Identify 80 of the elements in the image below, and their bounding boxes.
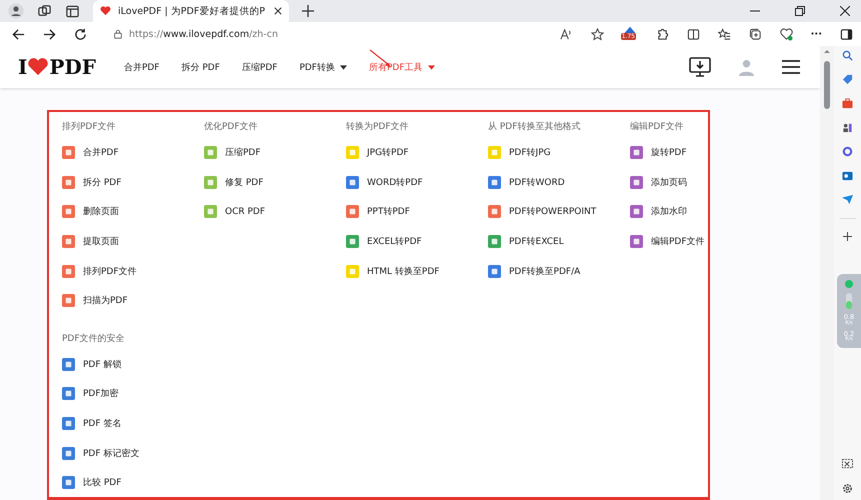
new-tab-icon[interactable]	[302, 5, 314, 17]
collections-icon[interactable]	[748, 28, 762, 40]
tool-link[interactable]: 合并PDF	[62, 138, 204, 168]
category-heading: PDF文件的安全	[62, 332, 126, 346]
back-icon[interactable]	[12, 28, 25, 40]
nav-link[interactable]: PDF转换	[299, 60, 347, 74]
reload-icon[interactable]	[74, 28, 87, 40]
tab-title: iLovePDF | 为PDF爱好者提供的P	[118, 4, 266, 18]
tool-link[interactable]: PDF转POWERPOINT	[488, 197, 630, 227]
category-heading: 排列PDF文件	[62, 120, 117, 134]
nav-link[interactable]: 合并PDF	[124, 60, 160, 74]
tool-link[interactable]: PDF转JPG	[488, 138, 630, 168]
tag-icon[interactable]	[842, 74, 853, 85]
read-aloud-icon[interactable]	[560, 28, 573, 40]
category-heading: 优化PDF文件	[204, 120, 259, 134]
tool-link[interactable]: PDF 解锁	[62, 350, 204, 380]
category-heading: 从 PDF转换至其他格式	[488, 120, 582, 134]
puzzle-icon[interactable]	[656, 28, 669, 40]
star-icon[interactable]	[590, 28, 604, 40]
restore-icon[interactable]	[795, 6, 805, 16]
tool-link[interactable]: 添加页码	[630, 168, 772, 198]
logo-text[interactable]: PDF	[49, 55, 96, 79]
sidebar-toggle-icon[interactable]	[840, 28, 853, 40]
scrollbar-thumb[interactable]	[824, 61, 830, 109]
tool-link[interactable]: WORD转PDF	[346, 168, 488, 198]
desktop-download-icon[interactable]	[689, 57, 711, 77]
tool-link[interactable]: 扫描为PDF	[62, 286, 204, 316]
add-icon[interactable]	[843, 232, 852, 241]
tool-link[interactable]: PPT转PDF	[346, 197, 488, 227]
gauge-icon	[846, 293, 852, 309]
split-screen-icon[interactable]	[686, 28, 700, 40]
more-menu[interactable]: ···	[810, 28, 822, 40]
extension-icon	[622, 26, 637, 34]
tool-link[interactable]: 拆分 PDF	[62, 168, 204, 198]
url-text[interactable]: https://www.ilovepdf.com/zh-cn	[129, 28, 278, 40]
tool-link[interactable]: PDF 标记密文	[62, 438, 204, 468]
lock-icon[interactable]	[113, 29, 123, 39]
tool-link[interactable]: PDF转WORD	[488, 168, 630, 198]
tool-link[interactable]: 比较 PDF	[62, 468, 204, 498]
forward-icon[interactable]	[43, 28, 56, 40]
toolbox-icon[interactable]	[842, 98, 853, 109]
menu-icon[interactable]	[782, 60, 800, 74]
nav-link[interactable]: 压缩PDF	[242, 60, 278, 74]
screenshot-icon[interactable]	[842, 459, 853, 470]
tool-link[interactable]: 编辑PDF文件	[630, 226, 772, 256]
tab-actions-icon[interactable]	[65, 4, 80, 18]
mail-icon[interactable]	[842, 170, 853, 181]
logo-text[interactable]: I	[18, 55, 28, 79]
tool-link[interactable]: 排列PDF文件	[62, 256, 204, 286]
tool-link[interactable]: PDF加密	[62, 379, 204, 409]
workspaces-icon[interactable]	[37, 4, 52, 18]
heart-logo-icon[interactable]	[27, 58, 50, 76]
profile-icon[interactable]	[8, 3, 24, 19]
tool-link[interactable]: PDF转EXCEL	[488, 226, 630, 256]
tool-link[interactable]: HTML 转换至PDF	[346, 256, 488, 286]
category-heading: 编辑PDF文件	[630, 120, 685, 134]
tool-link[interactable]: OCR PDF	[204, 197, 346, 227]
tool-link[interactable]: 压缩PDF	[204, 138, 346, 168]
tool-link[interactable]: 添加水印	[630, 197, 772, 227]
status-dot-icon	[845, 280, 853, 288]
search-icon[interactable]	[842, 50, 853, 61]
tool-link[interactable]: PDF 签名	[62, 408, 204, 438]
heart-icon	[100, 6, 111, 16]
close-icon[interactable]	[274, 7, 282, 15]
tool-link[interactable]: 旋转PDF	[630, 138, 772, 168]
favorites-icon[interactable]	[718, 28, 731, 40]
ring-icon[interactable]	[842, 146, 853, 157]
browser-tab[interactable]: iLovePDF | 为PDF爱好者提供的P	[93, 0, 289, 22]
tool-link[interactable]: 提取页面	[62, 226, 204, 256]
tool-link[interactable]: JPG转PDF	[346, 138, 488, 168]
close-window-icon[interactable]	[840, 6, 850, 16]
nav-link[interactable]: 拆分 PDF	[182, 60, 220, 74]
heart-pulse-icon[interactable]	[780, 28, 793, 40]
tool-link[interactable]: PDF转换至PDF/A	[488, 256, 630, 286]
tool-link[interactable]: 删除页面	[62, 197, 204, 227]
tool-link[interactable]: 修复 PDF	[204, 168, 346, 198]
category-heading: 转换为PDF文件	[346, 120, 410, 134]
settings-icon[interactable]	[842, 483, 853, 494]
tool-link[interactable]: EXCEL转PDF	[346, 226, 488, 256]
paper-plane-icon[interactable]	[842, 194, 853, 205]
